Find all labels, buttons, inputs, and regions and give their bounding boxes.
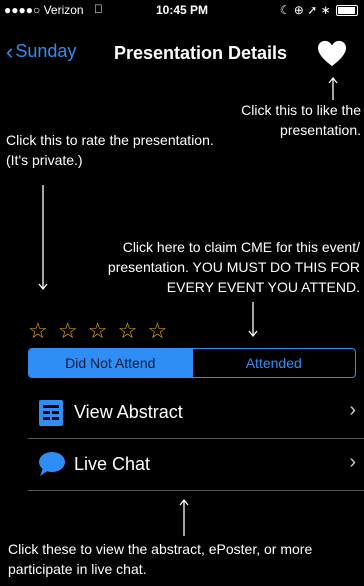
view-abstract-row[interactable]: View Abstract ›: [28, 386, 364, 440]
chevron-right-icon: ›: [349, 451, 356, 473]
chevron-right-icon: ›: [349, 399, 356, 421]
status-indicators: ☾ ⊕ ➚ ∗: [279, 3, 331, 17]
bottom-annotation: Click these to view the abstract, ePoste…: [8, 541, 313, 577]
rate-annotation: Click this to rate the presentation. (It…: [6, 132, 214, 168]
cme-annotation: Click here to claim CME for this event/ …: [107, 239, 360, 295]
arrow-up-icon: [179, 498, 189, 536]
status-bar: ●●●●○ Verizon  10:45 PM ☾ ⊕ ➚ ∗: [0, 0, 364, 20]
attended-option[interactable]: Attended: [191, 349, 356, 377]
arrow-up-icon: [328, 76, 338, 100]
arrow-down-icon: [248, 302, 258, 338]
status-right-icons: ☾ ⊕ ➚ ∗: [280, 3, 358, 17]
document-icon: [39, 400, 63, 426]
star-4[interactable]: ☆: [118, 318, 140, 343]
like-annotation: Click this to like the presentation.: [241, 102, 361, 138]
battery-icon: [336, 5, 358, 17]
chevron-left-icon: ‹: [6, 39, 14, 64]
arrow-down-icon: [38, 185, 48, 291]
live-chat-label: Live Chat: [74, 454, 151, 474]
page-title: Presentation Details: [114, 43, 288, 63]
back-button-label: Sunday: [15, 41, 77, 61]
attendance-segmented-control: Did Not Attend Attended: [28, 348, 356, 378]
star-5[interactable]: ☆: [147, 318, 169, 343]
chat-bubble-icon: [39, 452, 65, 476]
nav-bar: ‹ Sunday Presentation Details: [0, 32, 364, 76]
live-chat-row[interactable]: Live Chat ›: [28, 438, 364, 492]
view-abstract-label: View Abstract: [74, 402, 183, 422]
divider: [28, 490, 364, 491]
star-2[interactable]: ☆: [58, 318, 80, 343]
did-not-attend-option[interactable]: Did Not Attend: [29, 349, 192, 377]
like-heart-icon[interactable]: [317, 40, 347, 68]
star-3[interactable]: ☆: [88, 318, 110, 343]
rating-stars: ☆ ☆ ☆ ☆ ☆: [28, 318, 169, 344]
star-1[interactable]: ☆: [28, 318, 50, 343]
back-button[interactable]: ‹ Sunday: [6, 39, 76, 65]
